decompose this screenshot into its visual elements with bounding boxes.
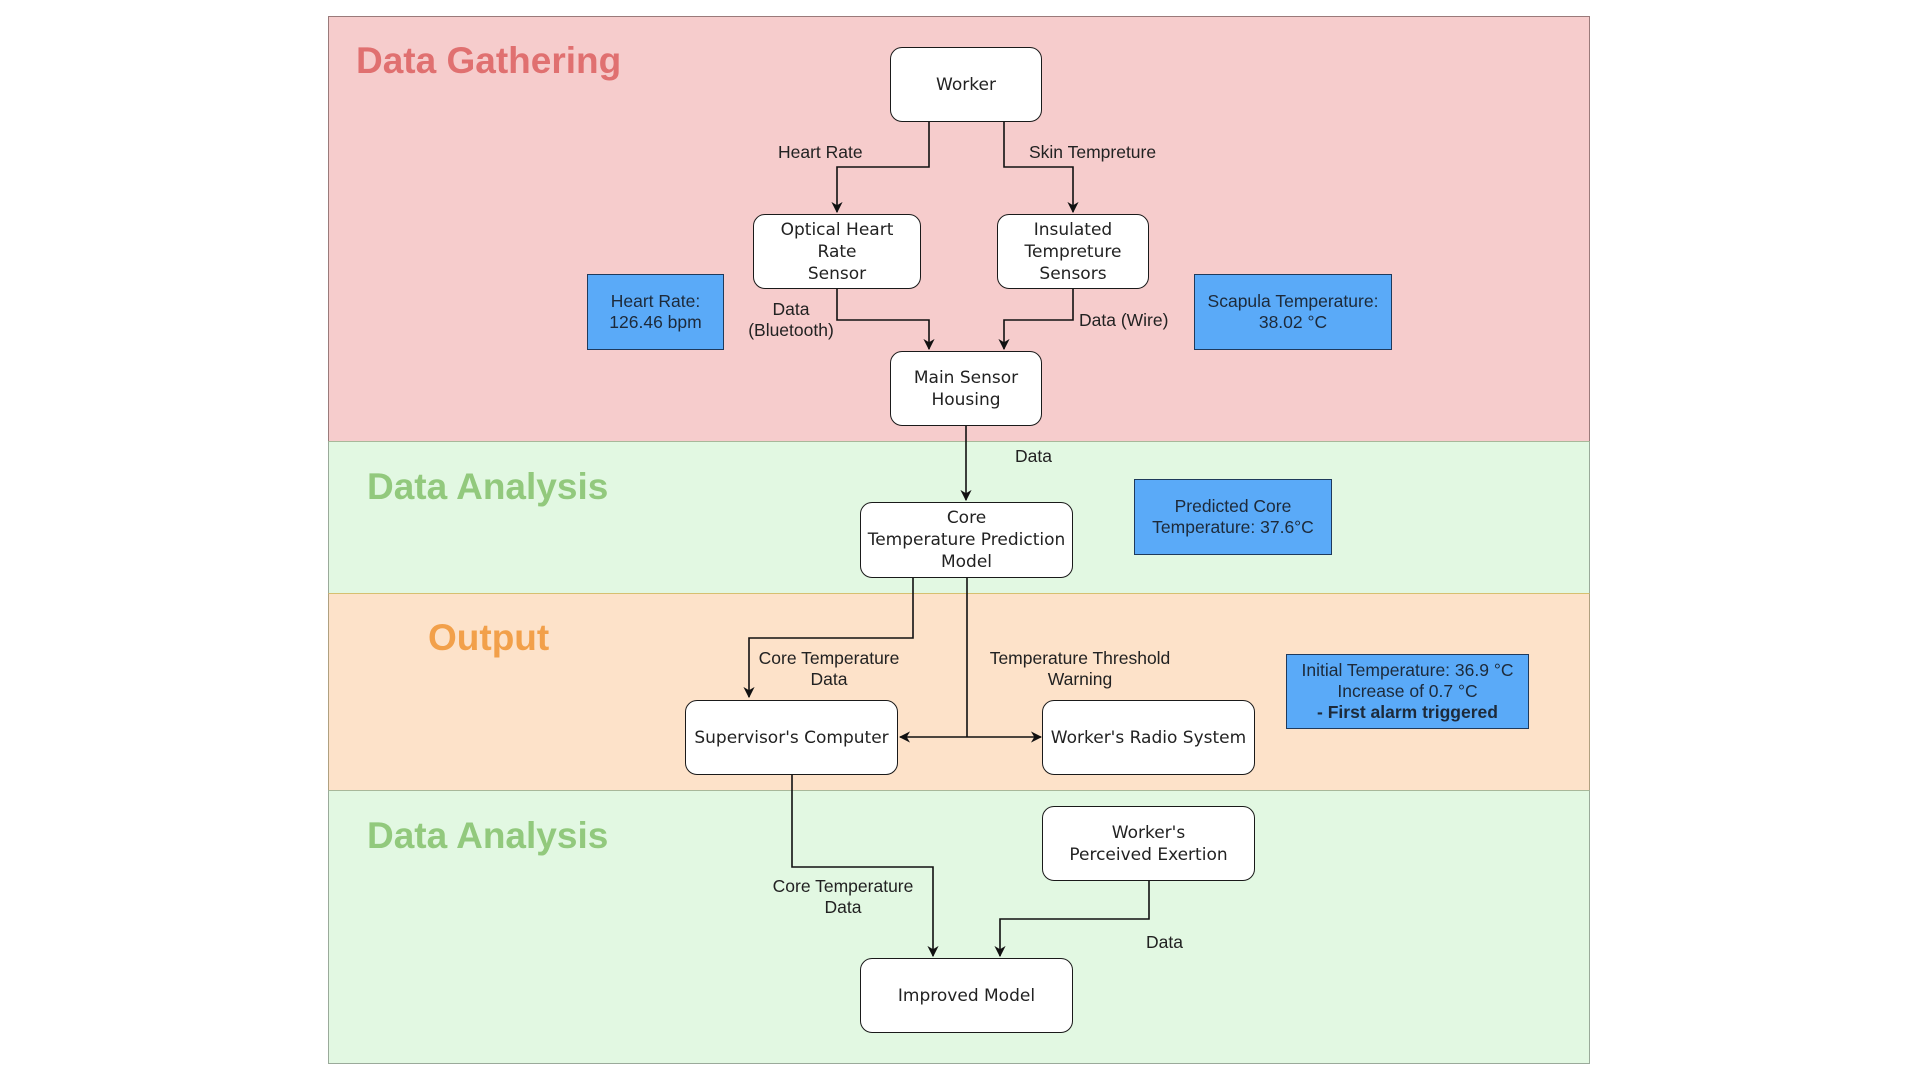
- note-alarm-increase: Increase of 0.7 °C: [1337, 681, 1478, 701]
- node-worker[interactable]: Worker: [890, 47, 1042, 122]
- edge-exertion-to-improved: [994, 881, 1150, 958]
- node-core-temperature-model[interactable]: Core Temperature Prediction Model: [860, 502, 1073, 578]
- node-perceived-exertion[interactable]: Worker's Perceived Exertion: [1042, 806, 1255, 881]
- note-heart-rate: Heart Rate: 126.46 bpm: [587, 274, 724, 350]
- node-worker-radio-system[interactable]: Worker's Radio System: [1042, 700, 1255, 775]
- node-optical-heart-rate-sensor[interactable]: Optical Heart Rate Sensor: [753, 214, 921, 289]
- node-insulated-temperature-sensors[interactable]: Insulated Tempreture Sensors: [997, 214, 1149, 289]
- edge-worker-to-insulated: [1003, 122, 1079, 214]
- edge-label-core-temp-data: Core Temperature Data: [758, 648, 900, 689]
- node-main-sensor-housing[interactable]: Main Sensor Housing: [890, 351, 1042, 426]
- edge-label-heart-rate: Heart Rate: [778, 142, 863, 162]
- node-improved-model[interactable]: Improved Model: [860, 958, 1073, 1033]
- edge-label-data-wire: Data (Wire): [1079, 310, 1169, 330]
- edge-insulated-to-main: [998, 289, 1074, 351]
- node-supervisor-computer[interactable]: Supervisor's Computer: [685, 700, 898, 775]
- edge-label-core-temp-data-2: Core Temperature Data: [772, 876, 914, 917]
- edge-label-skin-temperature: Skin Tempreture: [1029, 142, 1157, 162]
- edge-supervisor-to-improved: [791, 775, 939, 958]
- edge-optical-to-main: [836, 289, 935, 351]
- note-alarm-initial: Initial Temperature: 36.9 °C: [1301, 660, 1514, 680]
- edge-worker-to-optical: [831, 122, 930, 214]
- note-scapula-temperature: Scapula Temperature: 38.02 °C: [1194, 274, 1392, 350]
- note-alarm: Initial Temperature: 36.9 °C Increase of…: [1286, 654, 1529, 729]
- note-predicted-core-temperature: Predicted Core Temperature: 37.6°C: [1134, 479, 1332, 555]
- edge-label-data-to-model: Data: [1015, 446, 1052, 466]
- edge-label-data-exertion: Data: [1146, 932, 1183, 952]
- edge-label-threshold-warning: Temperature Threshold Warning: [989, 648, 1171, 689]
- note-alarm-triggered: - First alarm triggered: [1317, 702, 1498, 722]
- edge-label-data-bluetooth: Data (Bluetooth): [748, 299, 834, 340]
